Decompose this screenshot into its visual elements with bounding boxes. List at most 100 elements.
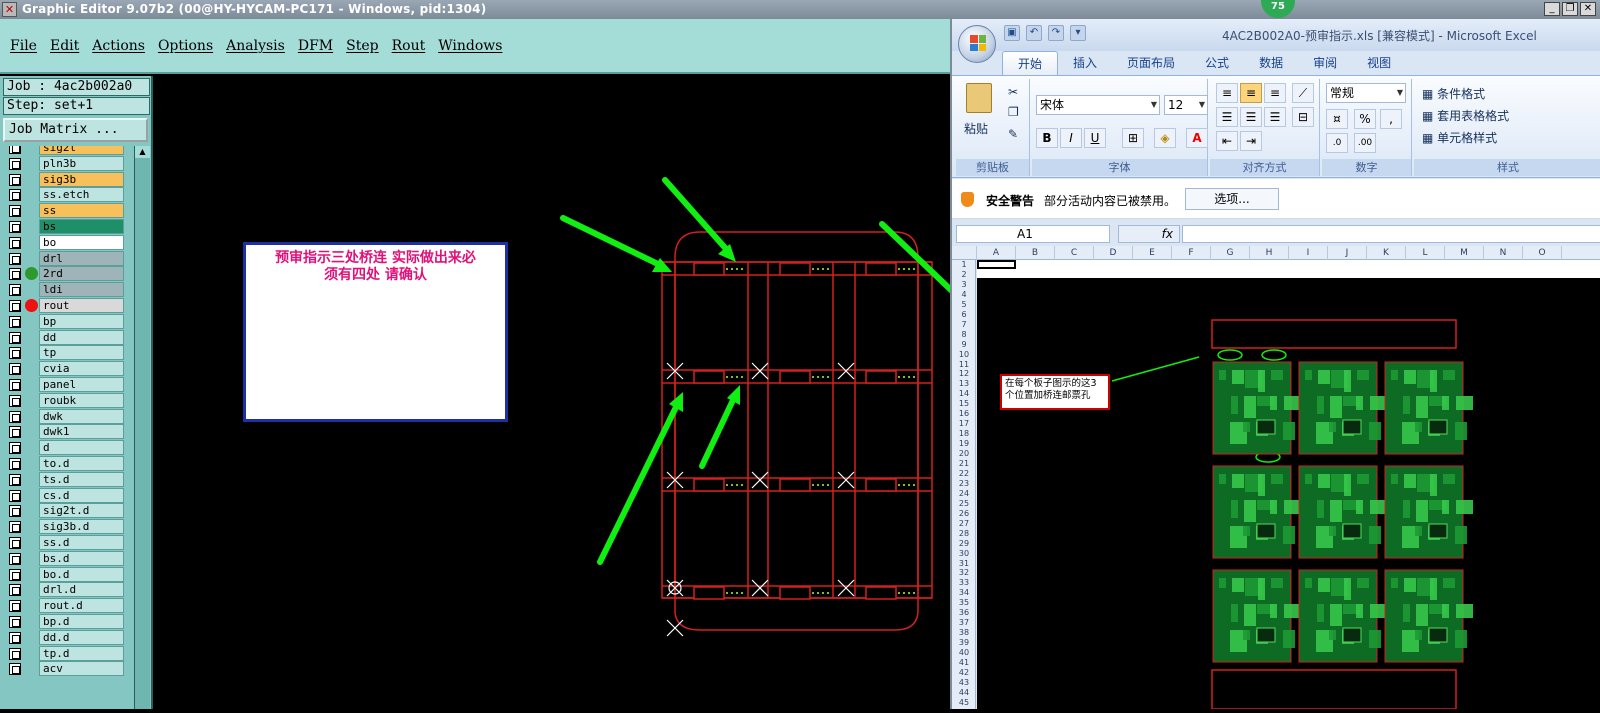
column-header[interactable]: O [1523,246,1562,260]
tab-review[interactable]: 审阅 [1298,51,1352,75]
layer-row[interactable]: pln3b [3,155,133,171]
column-header[interactable]: H [1250,246,1289,260]
close-button[interactable]: ✕ [1580,2,1596,16]
layer-row[interactable]: 2rd [3,266,133,282]
row-header[interactable]: 16 [952,409,975,419]
layer-row[interactable]: sig3b.d [3,519,133,535]
column-header[interactable]: L [1406,246,1445,260]
column-header[interactable]: A [977,246,1016,260]
layer-checkbox[interactable] [9,631,21,644]
row-header[interactable]: 3 [952,280,975,290]
row-header[interactable]: 9 [952,340,975,350]
row-header[interactable]: 29 [952,539,975,549]
layer-checkbox[interactable] [9,363,21,376]
menu-file[interactable]: File [10,38,37,54]
row-header[interactable]: 4 [952,290,975,300]
column-header[interactable]: F [1172,246,1211,260]
row-header[interactable]: 23 [952,479,975,489]
row-header[interactable]: 28 [952,529,975,539]
layer-row[interactable]: bp.d [3,614,133,629]
align-top-icon[interactable]: ≡ [1216,83,1238,103]
layer-row[interactable]: cvia [3,361,133,377]
row-header[interactable]: 30 [952,549,975,559]
name-box[interactable]: A1 [956,225,1110,243]
layer-checkbox[interactable] [9,647,21,660]
layer-row[interactable]: dd.d [3,629,133,645]
row-header[interactable]: 35 [952,598,975,608]
layer-checkbox[interactable] [9,189,21,202]
layer-row[interactable]: drl [3,250,133,266]
decrease-indent-icon[interactable]: ⇤ [1216,131,1238,151]
column-header[interactable]: C [1055,246,1094,260]
layer-checkbox[interactable] [9,537,21,549]
layer-row[interactable]: roubk [3,392,133,408]
layer-row[interactable]: panel [3,377,133,392]
layer-row[interactable]: ss.d [3,535,133,550]
layer-checkbox[interactable] [9,663,21,676]
row-header[interactable]: 39 [952,638,975,648]
layer-row[interactable]: acv [3,661,133,677]
row-header[interactable]: 17 [952,419,975,429]
borders-icon[interactable]: ⊞ [1122,128,1144,148]
column-header[interactable]: I [1289,246,1328,260]
layer-checkbox[interactable] [9,205,21,218]
row-header[interactable]: 10 [952,350,975,360]
row-header[interactable]: 44 [952,688,975,698]
font-color-icon[interactable]: A [1186,128,1208,148]
row-header[interactable]: 18 [952,429,975,439]
layer-row[interactable]: rout [3,298,133,313]
menu-rout[interactable]: Rout [392,38,426,54]
layer-row[interactable]: dwk1 [3,424,133,440]
layer-checkbox[interactable] [9,300,21,312]
layer-checkbox[interactable] [9,442,21,455]
row-header[interactable]: 24 [952,489,975,499]
cut-icon[interactable]: ✂ [1008,85,1018,99]
column-header[interactable]: N [1484,246,1523,260]
active-cell[interactable] [977,260,1016,269]
scroll-up-icon[interactable]: ▲ [135,146,150,158]
row-header[interactable]: 32 [952,568,975,578]
column-header[interactable]: E [1133,246,1172,260]
align-right-icon[interactable]: ☰ [1264,107,1286,127]
layer-checkbox[interactable] [9,146,21,154]
italic-button[interactable]: I [1060,128,1082,148]
layer-checkbox[interactable] [9,489,21,502]
row-header[interactable]: 1 [952,260,975,270]
layer-checkbox[interactable] [9,173,21,186]
row-header[interactable]: 19 [952,439,975,449]
row-header[interactable]: 5 [952,300,975,310]
layer-checkbox[interactable] [9,473,21,486]
layer-row[interactable]: cs.d [3,487,133,503]
conditional-format-button[interactable]: ▦ 条件格式 [1422,85,1485,102]
paste-label[interactable]: 粘贴 [964,120,988,137]
job-matrix-button[interactable]: Job Matrix ... [3,118,148,142]
row-header[interactable]: 37 [952,618,975,628]
font-size-field[interactable]: 12 ▼ [1164,95,1208,115]
row-header[interactable]: 14 [952,389,975,399]
tab-formulas[interactable]: 公式 [1190,51,1244,75]
column-header[interactable]: B [1016,246,1055,260]
select-all-corner[interactable] [952,246,977,260]
underline-button[interactable]: U [1084,128,1106,148]
row-header[interactable]: 13 [952,379,975,389]
tab-home[interactable]: 开始 [1002,51,1059,75]
menu-windows[interactable]: Windows [438,38,502,54]
layer-checkbox[interactable] [9,458,21,470]
row-header[interactable]: 34 [952,588,975,598]
redo-icon[interactable]: ↷ [1048,25,1064,41]
layer-row[interactable]: drl.d [3,582,133,598]
layer-checkbox[interactable] [9,505,21,518]
menu-edit[interactable]: Edit [50,38,79,54]
align-center-icon[interactable]: ☰ [1240,107,1262,127]
currency-icon[interactable]: ¤ [1326,109,1348,129]
menu-actions[interactable]: Actions [92,38,145,54]
layer-checkbox[interactable] [9,600,21,613]
orientation-icon[interactable]: ⟋ [1292,83,1314,103]
row-header[interactable]: 33 [952,578,975,588]
row-header[interactable]: 20 [952,449,975,459]
layer-checkbox[interactable] [9,315,21,328]
bold-button[interactable]: B [1036,128,1058,148]
customize-toolbar-icon[interactable]: ▾ [1070,25,1086,41]
percent-icon[interactable]: % [1354,109,1376,129]
column-header[interactable]: G [1211,246,1250,260]
